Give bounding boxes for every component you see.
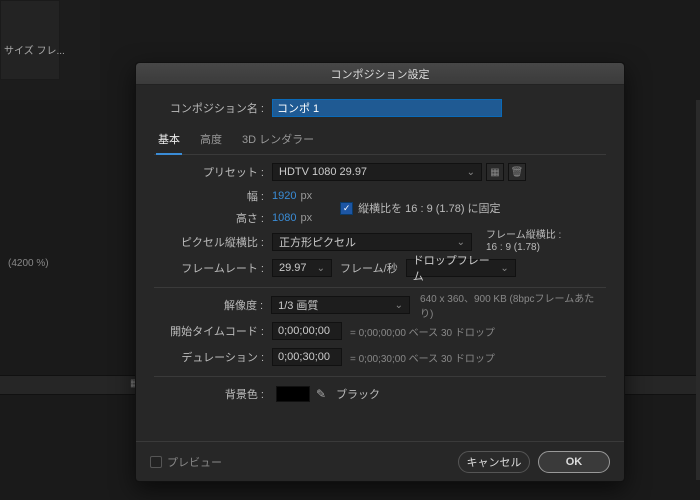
lock-aspect-checkbox[interactable]: ✓ <box>340 202 353 215</box>
height-label: 高さ : <box>154 210 272 226</box>
lock-aspect-label: 縦横比を 16 : 9 (1.78) に固定 <box>358 200 500 216</box>
width-label: 幅 : <box>154 188 272 204</box>
resolution-note: 640 x 360、900 KB (8bpcフレームあたり) <box>420 290 606 320</box>
preset-label: プリセット : <box>154 164 272 180</box>
framerate-select[interactable]: 29.97 <box>272 259 332 277</box>
resolution-select[interactable]: 1/3 画質 <box>271 296 410 314</box>
frame-aspect-label: フレーム縦横比 : <box>486 230 561 242</box>
width-value[interactable]: 1920 <box>272 190 296 202</box>
dialog-title: コンポジション設定 <box>136 63 624 85</box>
width-unit: px <box>300 190 312 202</box>
preset-select[interactable]: HDTV 1080 29.97 <box>272 163 482 181</box>
pixel-aspect-label: ピクセル縦横比 : <box>154 234 272 250</box>
tab-advanced[interactable]: 高度 <box>198 127 224 154</box>
cancel-button[interactable]: キャンセル <box>458 451 530 473</box>
pixel-aspect-select[interactable]: 正方形ピクセル <box>272 233 472 251</box>
duration-label: デュレーション : <box>154 349 272 365</box>
framerate-label: フレームレート : <box>154 260 272 276</box>
framerate-unit: フレーム/秒 <box>340 260 398 276</box>
start-timecode-note: = 0;00;00;00 ベース 30 ドロップ <box>350 324 495 339</box>
composition-settings-dialog: コンポジション設定 コンポジション名 : 基本 高度 3D レンダラー プリセッ… <box>135 62 625 482</box>
height-value[interactable]: 1080 <box>272 212 296 224</box>
duration-input[interactable] <box>272 348 342 366</box>
dropframe-select[interactable]: ドロップフレーム <box>406 259 516 277</box>
comp-name-label: コンポジション名 : <box>154 100 272 116</box>
frame-aspect-value: 16 : 9 (1.78) <box>486 242 561 254</box>
tab-basic[interactable]: 基本 <box>156 127 182 155</box>
ok-button[interactable]: OK <box>538 451 610 473</box>
preview-label: プレビュー <box>167 454 222 470</box>
delete-preset-button[interactable]: 🗑 <box>508 163 526 181</box>
bgcolor-swatch[interactable] <box>276 386 310 402</box>
height-unit: px <box>300 212 312 224</box>
resolution-label: 解像度 : <box>154 297 271 313</box>
start-timecode-input[interactable] <box>272 322 342 340</box>
bg-column-headers: サイズ フレ... <box>4 42 65 57</box>
eyedropper-icon[interactable]: ✎ <box>316 387 326 401</box>
settings-tabs: 基本 高度 3D レンダラー <box>154 127 606 155</box>
start-timecode-label: 開始タイムコード : <box>154 323 272 339</box>
save-preset-button[interactable]: ▦ <box>486 163 504 181</box>
bgcolor-name: ブラック <box>336 386 380 402</box>
bgcolor-label: 背景色 : <box>154 386 272 402</box>
zoom-level: (4200 %) <box>8 258 49 269</box>
preview-checkbox[interactable] <box>150 456 162 468</box>
tab-3d-renderer[interactable]: 3D レンダラー <box>240 127 316 154</box>
comp-name-input[interactable] <box>272 99 502 117</box>
duration-note: = 0;00;30;00 ベース 30 ドロップ <box>350 350 495 365</box>
